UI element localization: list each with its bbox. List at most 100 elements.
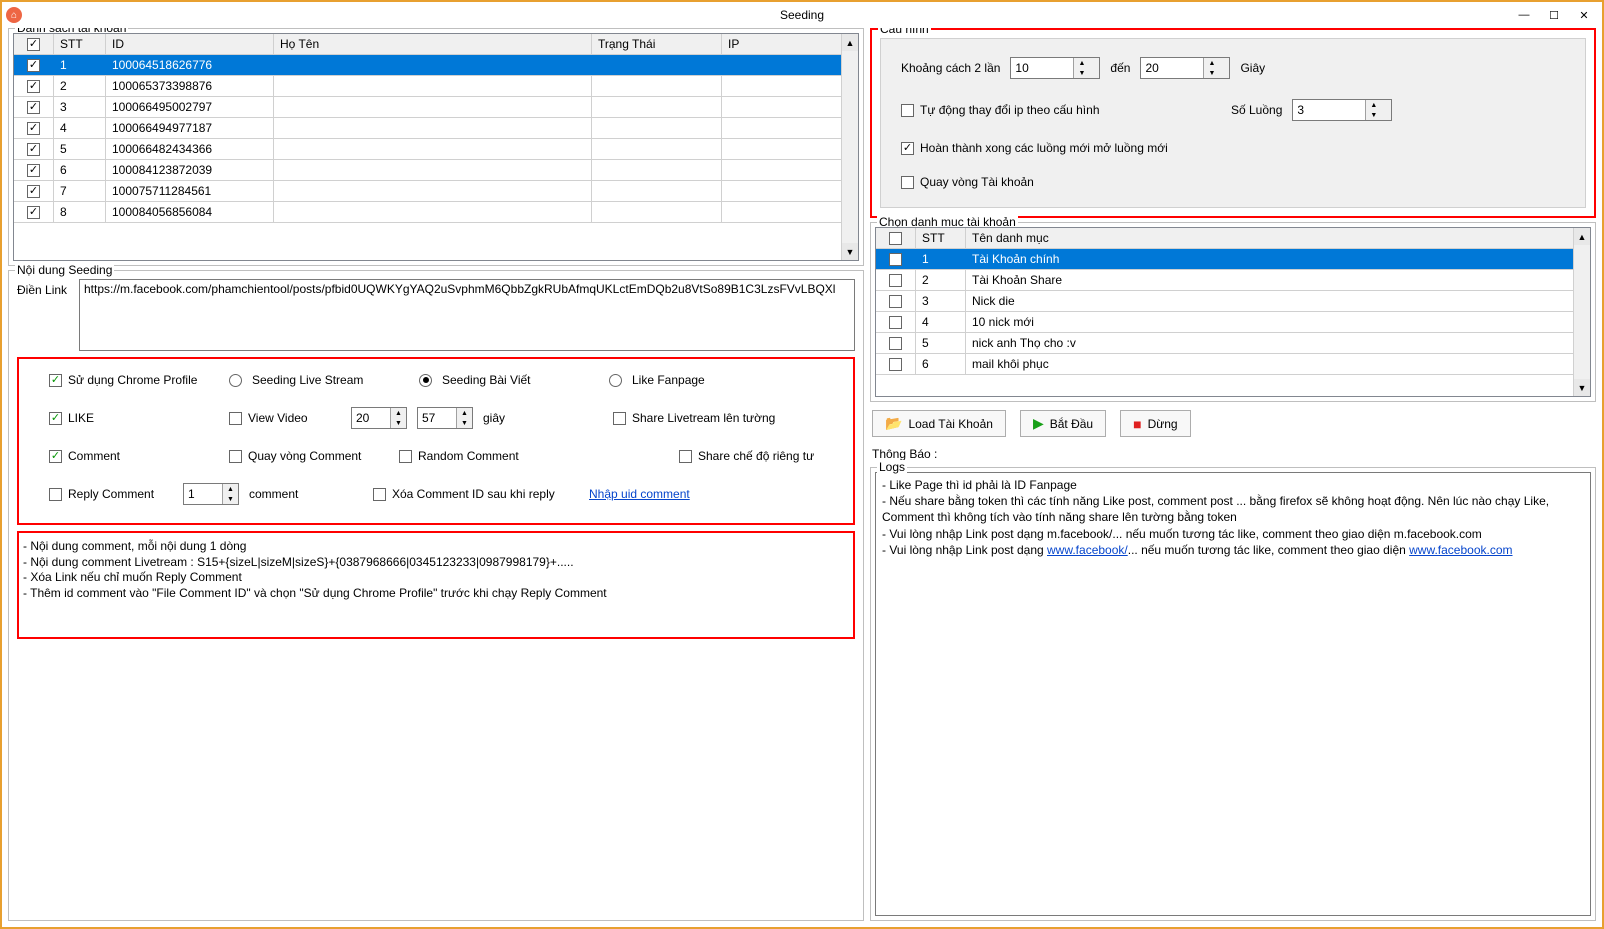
category-header-stt[interactable]: STT bbox=[916, 228, 966, 248]
category-header-name[interactable]: Tên danh mục bbox=[966, 228, 1590, 248]
seeding-livestream-radio[interactable]: Seeding Live Stream bbox=[229, 373, 409, 387]
scroll-up-icon[interactable]: ▲ bbox=[1574, 228, 1590, 245]
row-stt: 4 bbox=[916, 312, 966, 332]
share-private-checkbox[interactable]: Share chế độ riêng tư bbox=[679, 449, 814, 463]
row-checkbox[interactable] bbox=[14, 139, 54, 159]
gap-from-input[interactable] bbox=[1011, 58, 1073, 78]
logs-textbox[interactable]: - Like Page thì id phải là ID Fanpage - … bbox=[875, 472, 1591, 916]
accounts-header-check[interactable] bbox=[14, 34, 54, 54]
reply-count-input[interactable] bbox=[184, 484, 222, 504]
row-checkbox[interactable] bbox=[876, 354, 916, 374]
accounts-header-stt[interactable]: STT bbox=[54, 34, 106, 54]
like-fanpage-radio[interactable]: Like Fanpage bbox=[609, 373, 705, 387]
scroll-track[interactable] bbox=[1574, 245, 1590, 379]
accounts-header-id[interactable]: ID bbox=[106, 34, 274, 54]
link-input[interactable]: https://m.facebook.com/phamchientool/pos… bbox=[79, 279, 855, 351]
row-checkbox[interactable] bbox=[14, 118, 54, 138]
enter-uid-link[interactable]: Nhập uid comment bbox=[589, 487, 690, 501]
row-hoten bbox=[274, 97, 592, 117]
threads-input[interactable] bbox=[1293, 100, 1365, 120]
row-name: nick anh Thọ cho :v bbox=[966, 333, 1590, 353]
view-from-spinner[interactable]: ▲▼ bbox=[351, 407, 407, 429]
scroll-track[interactable] bbox=[842, 51, 858, 243]
delete-comment-id-checkbox[interactable]: Xóa Comment ID sau khi reply bbox=[373, 487, 579, 501]
accounts-header-hoten[interactable]: Họ Tên bbox=[274, 34, 592, 54]
log-link-1[interactable]: www.facebook/ bbox=[1047, 543, 1128, 557]
comment-word: comment bbox=[249, 487, 363, 501]
table-row[interactable]: 2Tài Khoản Share bbox=[876, 270, 1590, 291]
maximize-button[interactable]: ☐ bbox=[1540, 5, 1568, 25]
row-checkbox[interactable] bbox=[14, 76, 54, 96]
table-row[interactable]: 6100084123872039 bbox=[14, 160, 858, 181]
threads-label: Số Luồng bbox=[1231, 103, 1282, 117]
gap-to-spinner[interactable]: ▲▼ bbox=[1140, 57, 1230, 79]
scroll-up-icon[interactable]: ▲ bbox=[842, 34, 858, 51]
scroll-down-icon[interactable]: ▼ bbox=[1574, 379, 1590, 396]
category-grid[interactable]: STT Tên danh mục 1Tài Khoản chính2Tài Kh… bbox=[875, 227, 1591, 397]
row-checkbox[interactable] bbox=[14, 202, 54, 222]
table-row[interactable]: 7100075711284561 bbox=[14, 181, 858, 202]
row-id: 100066482434366 bbox=[106, 139, 274, 159]
category-scrollbar[interactable]: ▲ ▼ bbox=[1573, 228, 1590, 396]
accounts-group: Danh sách tài khoản STT ID Họ Tên Trạng … bbox=[8, 28, 864, 266]
random-comment-checkbox[interactable]: Random Comment bbox=[399, 449, 669, 463]
reply-comment-checkbox[interactable]: Reply Comment bbox=[49, 487, 173, 501]
row-checkbox[interactable] bbox=[14, 181, 54, 201]
view-video-checkbox[interactable]: View Video bbox=[229, 411, 341, 425]
row-checkbox[interactable] bbox=[876, 291, 916, 311]
folder-icon: 📂 bbox=[885, 415, 902, 432]
loop-accounts-checkbox[interactable]: Quay vòng Tài khoản bbox=[901, 175, 1034, 189]
close-button[interactable]: ✕ bbox=[1570, 5, 1598, 25]
row-status bbox=[592, 160, 722, 180]
log-link-2[interactable]: www.facebook.com bbox=[1409, 543, 1512, 557]
table-row[interactable]: 5nick anh Thọ cho :v bbox=[876, 333, 1590, 354]
table-row[interactable]: 3Nick die bbox=[876, 291, 1590, 312]
like-checkbox[interactable]: LIKE bbox=[49, 411, 219, 425]
row-ip bbox=[722, 160, 858, 180]
scroll-down-icon[interactable]: ▼ bbox=[842, 243, 858, 260]
view-to-spinner[interactable]: ▲▼ bbox=[417, 407, 473, 429]
view-from-input[interactable] bbox=[352, 408, 390, 428]
share-livestream-checkbox[interactable]: Share Livetream lên tường bbox=[613, 411, 775, 425]
accounts-header-ip[interactable]: IP bbox=[722, 34, 858, 54]
table-row[interactable]: 4100066494977187 bbox=[14, 118, 858, 139]
table-row[interactable]: 8100084056856084 bbox=[14, 202, 858, 223]
link-label: Điền Link bbox=[17, 279, 73, 297]
minimize-button[interactable]: — bbox=[1510, 5, 1538, 25]
load-accounts-button[interactable]: 📂Load Tài Khoản bbox=[872, 410, 1006, 437]
accounts-header-status[interactable]: Trạng Thái bbox=[592, 34, 722, 54]
reply-count-spinner[interactable]: ▲▼ bbox=[183, 483, 239, 505]
table-row[interactable]: 3100066495002797 bbox=[14, 97, 858, 118]
stop-icon: ■ bbox=[1133, 416, 1141, 432]
row-checkbox[interactable] bbox=[876, 270, 916, 290]
row-checkbox[interactable] bbox=[876, 312, 916, 332]
accounts-scrollbar[interactable]: ▲ ▼ bbox=[841, 34, 858, 260]
table-row[interactable]: 1100064518626776 bbox=[14, 55, 858, 76]
comment-checkbox[interactable]: Comment bbox=[49, 449, 219, 463]
comment-rules-box[interactable]: - Nội dung comment, mỗi nội dung 1 dòng … bbox=[17, 531, 855, 639]
auto-ip-checkbox[interactable]: Tự động thay đổi ip theo cấu hình bbox=[901, 103, 1221, 117]
chrome-profile-checkbox[interactable]: Sử dụng Chrome Profile bbox=[49, 373, 219, 387]
row-checkbox[interactable] bbox=[14, 160, 54, 180]
finish-first-checkbox[interactable]: Hoàn thành xong các luồng mới mở luồng m… bbox=[901, 141, 1168, 155]
stop-button[interactable]: ■Dừng bbox=[1120, 410, 1191, 437]
table-row[interactable]: 2100065373398876 bbox=[14, 76, 858, 97]
row-checkbox[interactable] bbox=[14, 55, 54, 75]
row-checkbox[interactable] bbox=[876, 249, 916, 269]
accounts-grid[interactable]: STT ID Họ Tên Trạng Thái IP 110006451862… bbox=[13, 33, 859, 261]
table-row[interactable]: 5100066482434366 bbox=[14, 139, 858, 160]
category-header-check[interactable] bbox=[876, 228, 916, 248]
view-to-input[interactable] bbox=[418, 408, 456, 428]
row-checkbox[interactable] bbox=[14, 97, 54, 117]
threads-spinner[interactable]: ▲▼ bbox=[1292, 99, 1392, 121]
table-row[interactable]: 410 nick mới bbox=[876, 312, 1590, 333]
loop-comment-checkbox[interactable]: Quay vòng Comment bbox=[229, 449, 389, 463]
seeding-baiviet-radio[interactable]: Seeding Bài Viết bbox=[419, 373, 599, 387]
table-row[interactable]: 6mail khôi phục bbox=[876, 354, 1590, 375]
gap-to-input[interactable] bbox=[1141, 58, 1203, 78]
start-button[interactable]: ▶Bắt Đầu bbox=[1020, 410, 1106, 437]
gap-from-spinner[interactable]: ▲▼ bbox=[1010, 57, 1100, 79]
row-id: 100075711284561 bbox=[106, 181, 274, 201]
row-checkbox[interactable] bbox=[876, 333, 916, 353]
table-row[interactable]: 1Tài Khoản chính bbox=[876, 249, 1590, 270]
